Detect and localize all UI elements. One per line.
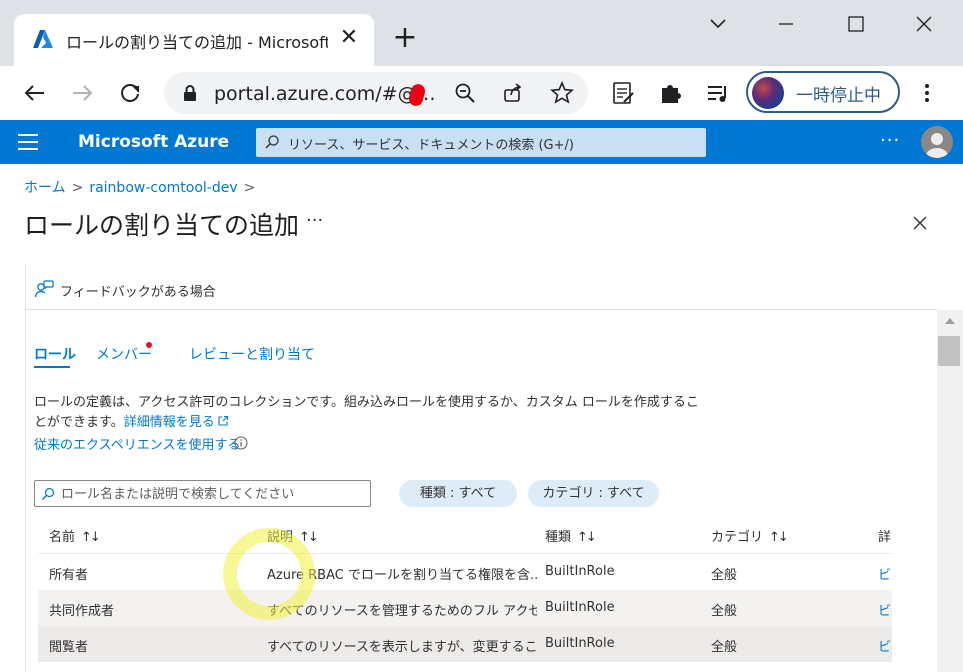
external-link-icon[interactable] [217,415,229,427]
tab-role[interactable]: ロール [34,344,76,364]
table-header: 名前 ↑↓ 説明 ↑↓ 種類 ↑↓ カテゴリ ↑↓ 詳 [38,516,892,554]
cell-name: 閲覧者 [49,640,89,655]
user-avatar[interactable] [921,126,953,158]
learn-more-link[interactable]: 詳細情報を見る [124,415,215,430]
roles-table: 名前 ↑↓ 説明 ↑↓ 種類 ↑↓ カテゴリ ↑↓ 詳 所有者 Azure RBAC で… [38,516,892,672]
address-bar[interactable]: portal.azure.com/#@… [164,72,588,114]
command-bar-divider [25,309,937,310]
window-close-icon[interactable] [904,8,944,42]
azure-logo-icon [33,30,53,48]
role-description: ロールの定義は、アクセス許可のコレクションです。組み込みロールを使用するか、カス… [34,393,704,433]
column-header-name[interactable]: 名前 ↑↓ [49,526,101,545]
table-row[interactable]: 所有者 Azure RBAC でロールを割り当てる権限を含... BuiltIn… [38,554,892,590]
table-row[interactable]: 共同作成者 すべてのリソースを管理するためのフル アクセス... BuiltIn… [38,590,892,626]
cell-name: 所有者 [49,568,89,583]
url-text: portal.azure.com/#@… [214,83,436,105]
sort-icon[interactable]: ↑↓ [299,530,319,545]
browser-tab-strip: ロールの割り当ての追加 - Microsoft Azure ✕ + [0,0,963,66]
content-left-border [25,264,26,672]
browser-tab[interactable]: ロールの割り当ての追加 - Microsoft Azure ✕ [14,14,374,66]
breadcrumb-resource[interactable]: rainbow-comtool-dev [89,180,237,196]
bookmark-star-icon[interactable] [550,81,574,105]
cell-type: BuiltInRole [545,564,615,579]
browser-tab-title: ロールの割り当ての追加 - Microsoft Azure [66,33,328,52]
breadcrumb: ホーム > rainbow-comtool-dev > [24,177,261,197]
person-icon [926,133,948,158]
chevron-down-icon[interactable] [698,8,738,42]
tab-members[interactable]: メンバー [96,344,152,364]
azure-brand[interactable]: Microsoft Azure [78,132,229,152]
azure-top-bar: Microsoft Azure リソース、サービス、ドキュメントの検索 (G+/… [0,120,963,164]
breadcrumb-home[interactable]: ホーム [24,180,66,196]
cell-description: すべてのリソースを表示しますが、変更すること... [267,640,537,655]
tab-selected-indicator [34,366,70,368]
info-icon[interactable] [234,436,248,450]
notes-icon[interactable] [608,78,638,108]
cell-description: すべてのリソースを管理するためのフル アクセス... [267,604,537,619]
cell-details-link[interactable]: ビ [878,600,891,619]
feedback-label: フィードバックがある場合 [60,285,216,300]
cell-type: BuiltInRole [545,636,615,651]
extensions-puzzle-icon[interactable] [656,78,686,108]
column-header-type[interactable]: 種類 ↑↓ [545,526,597,545]
sort-icon[interactable]: ↑↓ [577,530,597,545]
required-indicator-dot [146,342,152,348]
cell-type: BuiltInRole [545,600,615,615]
scroll-up-arrow-icon[interactable] [945,318,955,324]
maximize-icon[interactable] [836,8,876,42]
new-tab-icon[interactable]: + [390,23,420,54]
type-filter-pill[interactable]: 種類 : すべて [399,480,517,507]
classic-experience-link[interactable]: 従来のエクスペリエンスを使用する [34,434,240,453]
cell-category: 全般 [711,604,738,619]
category-filter-pill[interactable]: カテゴリ : すべて [528,480,659,507]
breadcrumb-chevron-icon: > [243,180,256,196]
lock-icon[interactable] [182,84,198,102]
breadcrumb-chevron-icon: > [71,180,84,196]
page-title: ロールの割り当ての追加 [24,211,300,240]
reload-icon[interactable] [115,78,145,108]
table-row[interactable]: 閲覧者 すべてのリソースを表示しますが、変更すること... BuiltInRol… [38,626,892,662]
minimize-icon[interactable] [766,8,806,42]
profile-avatar [752,77,784,109]
cell-details-link[interactable]: ビ [878,636,891,655]
tab-review-assign[interactable]: レビューと割り当て [189,344,315,364]
column-header-description[interactable]: 説明 ↑↓ [267,526,319,545]
hamburger-menu-icon[interactable] [18,134,38,150]
sort-icon[interactable]: ↑↓ [769,530,789,545]
global-search-box[interactable]: リソース、サービス、ドキュメントの検索 (G+/) [256,128,706,157]
feedback-person-icon [34,280,54,298]
scrollbar-thumb[interactable] [938,336,960,366]
role-search-input[interactable] [61,484,361,504]
global-search-placeholder: リソース、サービス、ドキュメントの検索 (G+/) [288,138,574,153]
zoom-out-icon[interactable] [454,82,476,104]
close-icon[interactable] [908,211,932,235]
more-options-icon[interactable]: ··· [880,130,900,151]
cell-name: 共同作成者 [49,604,115,619]
browser-toolbar: portal.azure.com/#@… 一時停止中 [0,66,963,120]
search-icon [42,487,55,500]
back-arrow-icon[interactable] [20,78,50,108]
cell-category: 全般 [711,640,738,655]
forward-arrow-icon[interactable] [67,78,97,108]
title-more-icon[interactable]: ··· [306,210,323,231]
column-header-category[interactable]: カテゴリ ↑↓ [711,526,789,545]
search-icon [265,135,279,149]
profile-paused-button[interactable]: 一時停止中 [746,71,900,113]
profile-paused-label: 一時停止中 [796,86,881,106]
media-playlist-icon[interactable] [703,78,733,108]
column-header-details[interactable]: 詳 [878,526,891,545]
sort-icon[interactable]: ↑↓ [81,530,101,545]
share-icon[interactable] [502,82,524,104]
close-icon[interactable]: ✕ [336,25,362,51]
cell-category: 全般 [711,568,738,583]
role-search-box[interactable] [34,480,371,507]
cell-details-link[interactable]: ビ [878,564,891,583]
vertical-scrollbar[interactable] [937,310,963,672]
cell-description: Azure RBAC でロールを割り当てる権限を含... [267,568,537,583]
browser-menu-icon[interactable] [912,78,942,108]
